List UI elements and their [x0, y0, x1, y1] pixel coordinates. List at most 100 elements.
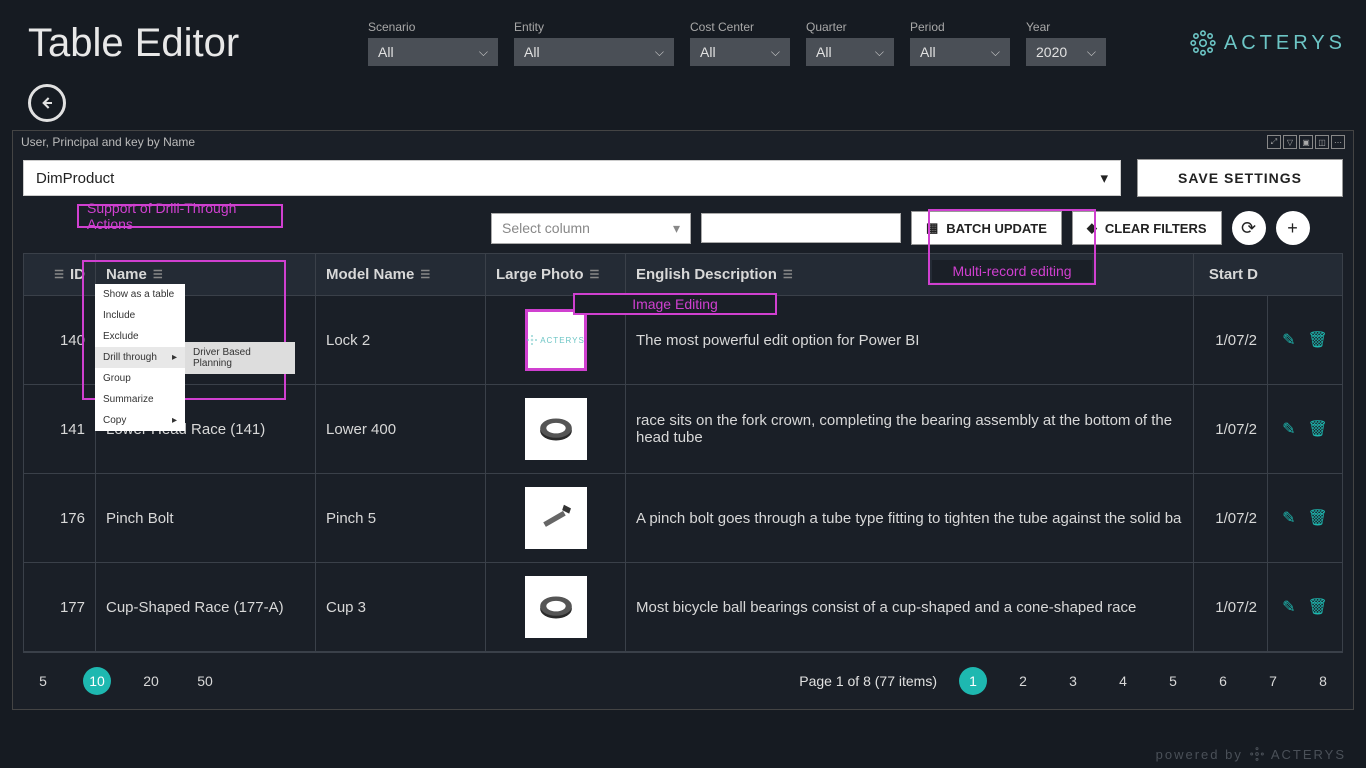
clear-filters-button[interactable]: ◆ CLEAR FILTERS [1072, 211, 1222, 245]
page-size-5[interactable]: 5 [29, 667, 57, 695]
table-row[interactable]: 177Cup-Shaped Race (177-A)Cup 3Most bicy… [24, 563, 1342, 652]
cell-start: 1/07/2 [1194, 474, 1268, 562]
data-grid: ☰ID Name☰ Model Name☰ Large Photo☰ Engli… [23, 253, 1343, 653]
add-button[interactable]: + [1276, 211, 1310, 245]
ctx-copy[interactable]: Copy▸ [95, 410, 185, 431]
filter-label-year: Year [1026, 20, 1106, 34]
page-number-5[interactable]: 5 [1159, 667, 1187, 695]
chevron-down-icon: ▾ [673, 220, 680, 237]
ctx-show-as-table[interactable]: Show as a table [95, 284, 185, 305]
delete-icon[interactable]: 🗑 [1308, 508, 1328, 528]
filter-icon: ☰ [590, 268, 600, 281]
ctx-sub-driver-planning[interactable]: Driver Based Planning [185, 342, 295, 374]
ctx-summarize[interactable]: Summarize [95, 389, 185, 410]
filter-select-costcenter[interactable]: All⌵ [690, 38, 790, 66]
panel-icon-4[interactable]: ◫ [1315, 135, 1329, 149]
cell-photo[interactable] [486, 563, 626, 651]
filter-select-period[interactable]: All⌵ [910, 38, 1010, 66]
panel-icon-2[interactable]: ▽ [1283, 135, 1297, 149]
chevron-down-icon: ▾ [1100, 169, 1108, 187]
chevron-right-icon: ▸ [172, 352, 177, 363]
ctx-exclude[interactable]: Exclude [95, 326, 185, 347]
cell-id: 141 [24, 385, 96, 473]
filter-label-scenario: Scenario [368, 20, 498, 34]
paginator: Page 1 of 8 (77 items) 12345678 [799, 667, 1337, 695]
col-header-photo[interactable]: Large Photo☰ [486, 254, 626, 295]
logo-icon [1190, 30, 1216, 56]
filter-select-year[interactable]: 2020⌵ [1026, 38, 1106, 66]
column-select[interactable]: Select column▾ [491, 213, 691, 244]
chevron-right-icon: ▸ [172, 415, 177, 426]
chevron-down-icon: ⌵ [771, 45, 780, 60]
page-number-1[interactable]: 1 [959, 667, 987, 695]
page-number-6[interactable]: 6 [1209, 667, 1237, 695]
cell-actions: ✎🗑 [1268, 563, 1342, 651]
cell-name: Cup-Shaped Race (177-A) [96, 563, 316, 651]
panel-icon-more[interactable]: ⋯ [1331, 135, 1345, 149]
grid-header: ☰ID Name☰ Model Name☰ Large Photo☰ Engli… [24, 254, 1342, 296]
refresh-button[interactable]: ⟳ [1232, 211, 1266, 245]
cell-desc: A pinch bolt goes through a tube type fi… [626, 474, 1194, 562]
save-settings-button[interactable]: SAVE SETTINGS [1137, 159, 1343, 197]
brand-logo: ACTERYS [1190, 30, 1346, 56]
page-number-8[interactable]: 8 [1309, 667, 1337, 695]
page-size-20[interactable]: 20 [137, 667, 165, 695]
panel-icon-3[interactable]: ▣ [1299, 135, 1313, 149]
ctx-drill-through[interactable]: Drill through▸ [95, 347, 185, 368]
chevron-down-icon: ⌵ [479, 45, 488, 60]
table-row[interactable]: 141Lower Head Race (141)Lower 400race si… [24, 385, 1342, 474]
page-info: Page 1 of 8 (77 items) [799, 673, 937, 689]
page-size-10[interactable]: 10 [83, 667, 111, 695]
chevron-down-icon: ⌵ [655, 45, 664, 60]
cell-photo[interactable] [486, 385, 626, 473]
edit-icon[interactable]: ✎ [1282, 508, 1295, 528]
cell-name: Pinch Bolt [96, 474, 316, 562]
footer-brand: powered by ACTERYS [1156, 746, 1346, 762]
delete-icon[interactable]: 🗑 [1308, 419, 1328, 439]
ctx-include[interactable]: Include [95, 305, 185, 326]
cell-photo[interactable]: ACTERYS [486, 296, 626, 384]
edit-icon[interactable]: ✎ [1282, 330, 1295, 350]
plus-icon: + [1287, 218, 1298, 239]
filter-value-input[interactable] [701, 213, 901, 243]
cell-desc: Most bicycle ball bearings consist of a … [626, 563, 1194, 651]
page-size-selector: 5 10 20 50 [29, 667, 219, 695]
page-number-4[interactable]: 4 [1109, 667, 1137, 695]
col-header-desc[interactable]: English Description☰ [626, 254, 1194, 295]
cell-modelname: Lower 400 [316, 385, 486, 473]
cell-modelname: Lock 2 [316, 296, 486, 384]
cell-start: 1/07/2 [1194, 563, 1268, 651]
logo-icon [1249, 746, 1265, 762]
back-button[interactable] [28, 84, 66, 122]
filter-icon: ☰ [420, 268, 430, 281]
diamond-icon: ◆ [1087, 220, 1097, 236]
dimension-select[interactable]: DimProduct▾ [23, 160, 1121, 196]
page-size-50[interactable]: 50 [191, 667, 219, 695]
filter-select-scenario[interactable]: All⌵ [368, 38, 498, 66]
batch-update-button[interactable]: ▦ BATCH UPDATE [911, 211, 1062, 245]
col-header-modelname[interactable]: Model Name☰ [316, 254, 486, 295]
page-number-3[interactable]: 3 [1059, 667, 1087, 695]
edit-icon[interactable]: ✎ [1282, 597, 1295, 617]
filter-select-entity[interactable]: All⌵ [514, 38, 674, 66]
cell-actions: ✎🗑 [1268, 385, 1342, 473]
panel-icon-1[interactable]: ⤢ [1267, 135, 1281, 149]
delete-icon[interactable]: 🗑 [1308, 330, 1328, 350]
cell-start: 1/07/2 [1194, 385, 1268, 473]
edit-icon[interactable]: ✎ [1282, 419, 1295, 439]
context-menu: Show as a table Include Exclude Drill th… [95, 284, 185, 431]
page-number-2[interactable]: 2 [1009, 667, 1037, 695]
ctx-group[interactable]: Group [95, 368, 185, 389]
delete-icon[interactable]: 🗑 [1308, 597, 1328, 617]
cell-actions: ✎🗑 [1268, 474, 1342, 562]
page-number-7[interactable]: 7 [1259, 667, 1287, 695]
filter-label-quarter: Quarter [806, 20, 894, 34]
cell-photo[interactable] [486, 474, 626, 562]
cell-id: 176 [24, 474, 96, 562]
filter-select-quarter[interactable]: All⌵ [806, 38, 894, 66]
col-header-id[interactable]: ☰ID [24, 254, 96, 295]
col-header-start[interactable]: Start D [1194, 254, 1268, 295]
table-row[interactable]: 176Pinch BoltPinch 5A pinch bolt goes th… [24, 474, 1342, 563]
filter-bar: Scenario All⌵ Entity All⌵ Cost Center Al… [368, 20, 1106, 66]
filter-icon: ☰ [54, 268, 64, 281]
